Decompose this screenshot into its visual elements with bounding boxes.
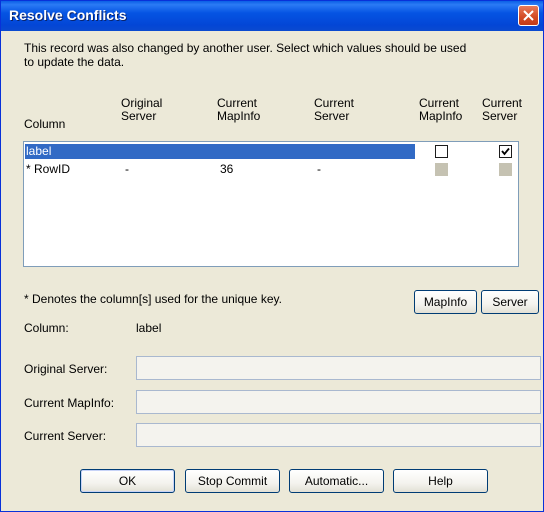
close-icon	[523, 10, 534, 21]
dialog-title: Resolve Conflicts	[9, 7, 127, 23]
detail-column-label: Column:	[24, 321, 69, 335]
stop-commit-button[interactable]: Stop Commit	[185, 469, 280, 493]
message-line-2: to update the data.	[24, 55, 125, 69]
close-button[interactable]	[518, 5, 539, 26]
checkbox-label-use-server[interactable]	[499, 145, 512, 158]
automatic-button[interactable]: Automatic...	[289, 469, 384, 493]
header-current-server: Current Server	[314, 96, 355, 123]
detail-column-value: label	[136, 321, 162, 335]
list-row-label[interactable]: label	[25, 144, 415, 159]
current-server-field	[136, 423, 541, 447]
detail-current-mapinfo-label: Current MapInfo:	[24, 396, 115, 410]
ok-button[interactable]: OK	[80, 469, 175, 493]
current-mapinfo-field	[136, 390, 541, 414]
header-column: Column	[24, 117, 66, 131]
detail-original-server-label: Original Server:	[24, 362, 108, 376]
help-button[interactable]: Help	[393, 469, 488, 493]
checkbox-rowid-use-server	[499, 163, 512, 176]
row-column-name: * RowID	[26, 162, 71, 176]
detail-current-server-label: Current Server:	[24, 429, 107, 443]
resolve-conflicts-dialog: Resolve Conflicts This record was also c…	[0, 0, 544, 512]
title-bar[interactable]: Resolve Conflicts	[1, 1, 543, 31]
conflict-list[interactable]: label * RowID - 36 -	[23, 141, 519, 267]
checkbox-rowid-use-mapinfo	[435, 163, 448, 176]
use-mapinfo-button[interactable]: MapInfo	[414, 290, 477, 314]
original-server-field	[136, 356, 541, 380]
row-column-name: label	[26, 144, 52, 158]
header-cb-current-mapinfo: Current MapInfo	[419, 96, 463, 123]
message-line-1: This record was also changed by another …	[24, 41, 467, 55]
row-current-server: -	[317, 162, 321, 176]
use-server-button[interactable]: Server	[481, 290, 539, 314]
list-row-rowid[interactable]: * RowID - 36 -	[25, 162, 415, 177]
header-cb-current-server: Current Server	[482, 96, 523, 123]
header-current-mapinfo: Current MapInfo	[217, 96, 261, 123]
header-original-server: Original Server	[121, 96, 163, 123]
checkmark-icon	[501, 147, 510, 156]
checkbox-label-use-mapinfo[interactable]	[435, 145, 448, 158]
row-current-mapinfo: 36	[220, 162, 234, 176]
row-original-server: -	[125, 162, 129, 176]
unique-key-footnote: * Denotes the column[s] used for the uni…	[24, 292, 282, 306]
